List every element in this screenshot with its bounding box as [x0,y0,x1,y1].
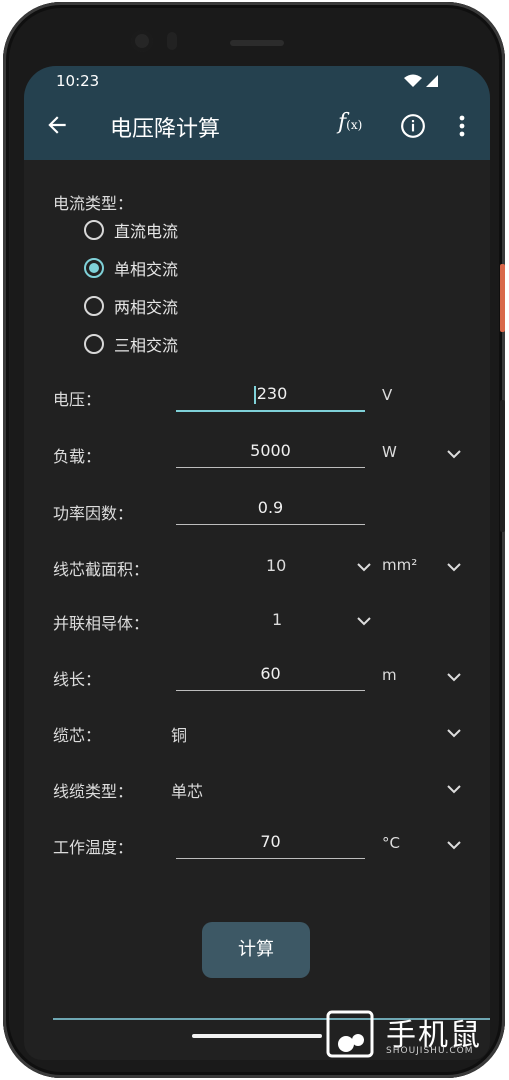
radio-circle[interactable] [84,220,104,240]
length-input[interactable]: 60 [176,660,365,691]
radio-single-phase[interactable]: 单相交流 [84,255,178,281]
voltage-label: 电压： [53,390,102,409]
page-title: 电压降计算 [110,117,221,142]
cross-section-unit: mm² [382,556,418,574]
radio-label: 三相交流 [114,336,179,355]
power-factor-value: 0.9 [257,498,284,517]
voltage-value: 230 [256,384,288,403]
temperature-unit-dropdown-icon[interactable] [447,840,461,850]
calculate-button[interactable]: 计算 [202,922,310,978]
volume-button [500,400,505,532]
length-unit: m [382,666,397,684]
length-label: 线长： [53,670,102,689]
parallel-label: 并联相导体： [53,614,150,633]
home-gesture-bar[interactable] [192,1034,322,1038]
watermark-subtext: SHOUJISHU.COM [386,1046,474,1056]
cross-section-value[interactable]: 10 [266,556,286,575]
form: 电流类型： 直流电流 单相交流 两相交流 三相交流 电压： 230 V 负载： … [24,160,490,1060]
cross-section-label: 线芯截面积： [53,560,150,579]
voltage-input[interactable]: 230 [176,380,365,412]
status-bar: 10:23 [24,66,490,94]
parallel-value[interactable]: 1 [272,610,282,629]
radio-label: 单相交流 [114,260,179,279]
core-value[interactable]: 铜 [171,722,187,746]
mouse-logo-icon [326,1010,374,1058]
cable-type-value[interactable]: 单芯 [171,778,203,802]
power-button [500,264,505,332]
temperature-unit: °C [382,834,400,852]
radio-circle[interactable] [84,296,104,316]
signal-wifi-icon [404,74,438,87]
sensor [167,32,177,50]
formula-label: f [338,110,347,135]
radio-dc[interactable]: 直流电流 [84,217,178,243]
cable-type-label: 线缆类型： [53,782,134,801]
screen: 10:23 电压降计算 f(x) 电流类型： 直流电流 单相交流 两相交流 三相… [24,66,490,1060]
temperature-value: 70 [260,832,281,851]
power-factor-label: 功率因数： [53,504,134,523]
load-unit: W [382,443,397,461]
core-dropdown-icon[interactable] [447,728,461,738]
radio-three-phase[interactable]: 三相交流 [84,331,178,357]
current-type-label: 电流类型： [53,194,134,213]
info-icon[interactable] [400,113,426,139]
parallel-dropdown-icon[interactable] [357,616,371,626]
phone-frame: 10:23 电压降计算 f(x) 电流类型： 直流电流 单相交流 两相交流 三相… [3,2,505,1078]
radio-circle-checked[interactable] [84,258,104,278]
radio-label: 直流电流 [114,222,179,241]
front-camera [131,30,153,52]
radio-circle[interactable] [84,334,104,354]
earpiece-speaker [230,40,284,46]
voltage-unit: V [382,386,393,404]
formula-sub: (x) [346,118,363,132]
load-unit-dropdown-icon[interactable] [447,449,461,459]
watermark: 手机鼠 SHOUJISHU.COM [322,1006,492,1066]
length-value: 60 [260,664,281,683]
radio-label: 两相交流 [114,298,179,317]
length-unit-dropdown-icon[interactable] [447,672,461,682]
load-input[interactable]: 5000 [176,437,365,468]
load-value: 5000 [250,441,291,460]
text-cursor [253,385,256,404]
cable-type-dropdown-icon[interactable] [447,784,461,794]
more-vert-icon[interactable] [454,113,470,139]
status-time: 10:23 [56,72,100,90]
core-label: 缆芯： [53,726,102,745]
app-bar: 电压降计算 f(x) [24,94,490,160]
temperature-label: 工作温度： [53,838,134,857]
power-factor-input[interactable]: 0.9 [176,494,365,525]
temperature-input[interactable]: 70 [176,828,365,859]
formula-icon[interactable]: f(x) [338,110,362,135]
cross-section-dropdown-icon[interactable] [357,562,371,572]
radio-two-phase[interactable]: 两相交流 [84,293,178,319]
cross-section-unit-dropdown-icon[interactable] [447,562,461,572]
back-arrow-icon[interactable] [44,112,70,138]
load-label: 负载： [53,447,102,466]
